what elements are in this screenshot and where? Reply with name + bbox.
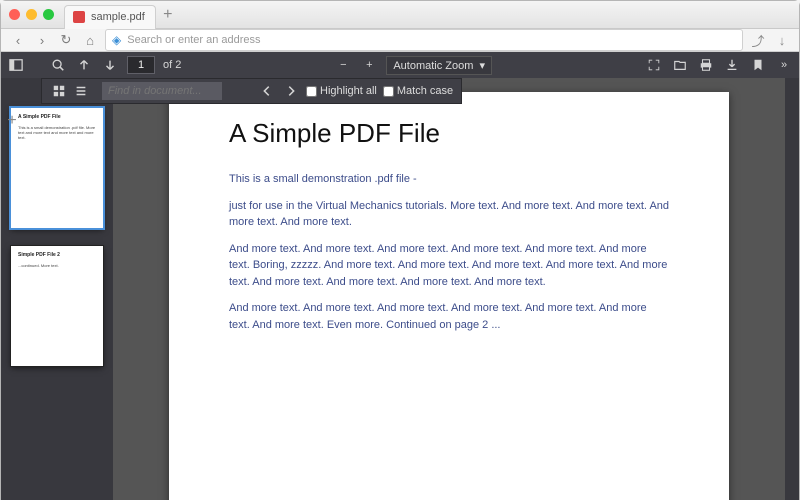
pdf-page-1: A Simple PDF File This is a small demons… xyxy=(169,92,729,500)
toggle-sidebar-button[interactable] xyxy=(7,56,25,74)
current-page-input[interactable] xyxy=(127,56,155,74)
close-window-button[interactable] xyxy=(9,9,20,20)
address-placeholder: Search or enter an address xyxy=(127,34,260,46)
back-button[interactable]: ‹ xyxy=(9,33,27,48)
tools-menu-button[interactable]: » xyxy=(775,56,793,74)
pdf-viewer: + of 2 − + Automatic Zoom ▾ » xyxy=(1,52,799,500)
shield-icon: ◈ xyxy=(112,33,121,47)
page-paragraph: And more text. And more text. And more t… xyxy=(229,241,669,291)
page-paragraph: And more text. And more text. And more t… xyxy=(229,300,669,333)
thumbnails-view-button[interactable] xyxy=(50,82,68,100)
thumbnail-sidebar: A Simple PDF File This is a small demons… xyxy=(1,78,113,500)
sidebar-add-button[interactable]: + xyxy=(1,110,23,132)
zoom-in-button[interactable]: + xyxy=(360,56,378,74)
window-controls xyxy=(9,9,54,20)
page-count-label: of 2 xyxy=(163,59,181,71)
highlight-all-label: Highlight all xyxy=(320,85,377,97)
browser-tab[interactable]: sample.pdf xyxy=(64,5,156,29)
download-toolbar-button[interactable]: ↓ xyxy=(773,33,791,48)
forward-button[interactable]: › xyxy=(33,33,51,48)
new-tab-button[interactable]: + xyxy=(156,6,180,24)
print-button[interactable] xyxy=(697,56,715,74)
tab-title: sample.pdf xyxy=(91,11,145,23)
zoom-select[interactable]: Automatic Zoom ▾ xyxy=(386,56,492,75)
thumbnail-page-1[interactable]: A Simple PDF File This is a small demons… xyxy=(11,108,103,228)
pdf-file-icon xyxy=(73,11,85,23)
maximize-window-button[interactable] xyxy=(43,9,54,20)
find-button[interactable] xyxy=(49,56,67,74)
minimize-window-button[interactable] xyxy=(26,9,37,20)
outline-view-button[interactable] xyxy=(72,82,90,100)
match-case-label: Match case xyxy=(397,85,453,97)
match-case-checkbox[interactable]: Match case xyxy=(383,85,453,97)
find-prev-button[interactable] xyxy=(258,82,276,100)
page-paragraph: This is a small demonstration .pdf file … xyxy=(229,171,669,188)
find-input[interactable] xyxy=(102,82,222,100)
zoom-select-label: Automatic Zoom xyxy=(393,60,473,72)
pdf-toolbar: of 2 − + Automatic Zoom ▾ » xyxy=(1,52,799,78)
bookmark-button[interactable] xyxy=(749,56,767,74)
download-button[interactable] xyxy=(723,56,741,74)
reload-button[interactable]: ↻ xyxy=(57,32,75,48)
home-button[interactable]: ⌂ xyxy=(81,33,99,48)
prev-page-button[interactable] xyxy=(75,56,93,74)
browser-toolbar: ‹ › ↻ ⌂ ◈ Search or enter an address ⤴ ↓ xyxy=(1,29,799,52)
pdf-body: A Simple PDF File This is a small demons… xyxy=(1,78,799,500)
thumbnail-page-2[interactable]: Simple PDF File 2 ...continued. More tex… xyxy=(11,246,103,366)
find-next-button[interactable] xyxy=(282,82,300,100)
page-paragraph: just for use in the Virtual Mechanics tu… xyxy=(229,198,669,231)
presentation-button[interactable] xyxy=(645,56,663,74)
open-file-button[interactable] xyxy=(671,56,689,74)
document-area[interactable]: A Simple PDF File This is a small demons… xyxy=(113,78,785,500)
browser-window: sample.pdf + ‹ › ↻ ⌂ ◈ Search or enter a… xyxy=(0,0,800,500)
zoom-out-button[interactable]: − xyxy=(334,56,352,74)
highlight-all-checkbox[interactable]: Highlight all xyxy=(306,85,377,97)
right-strip xyxy=(785,78,799,500)
page-title: A Simple PDF File xyxy=(229,114,669,153)
find-bar: Highlight all Match case xyxy=(41,78,462,104)
next-page-button[interactable] xyxy=(101,56,119,74)
window-titlebar: sample.pdf + xyxy=(1,1,799,29)
address-bar[interactable]: ◈ Search or enter an address xyxy=(105,29,743,51)
share-button[interactable]: ⤴ xyxy=(749,31,767,50)
